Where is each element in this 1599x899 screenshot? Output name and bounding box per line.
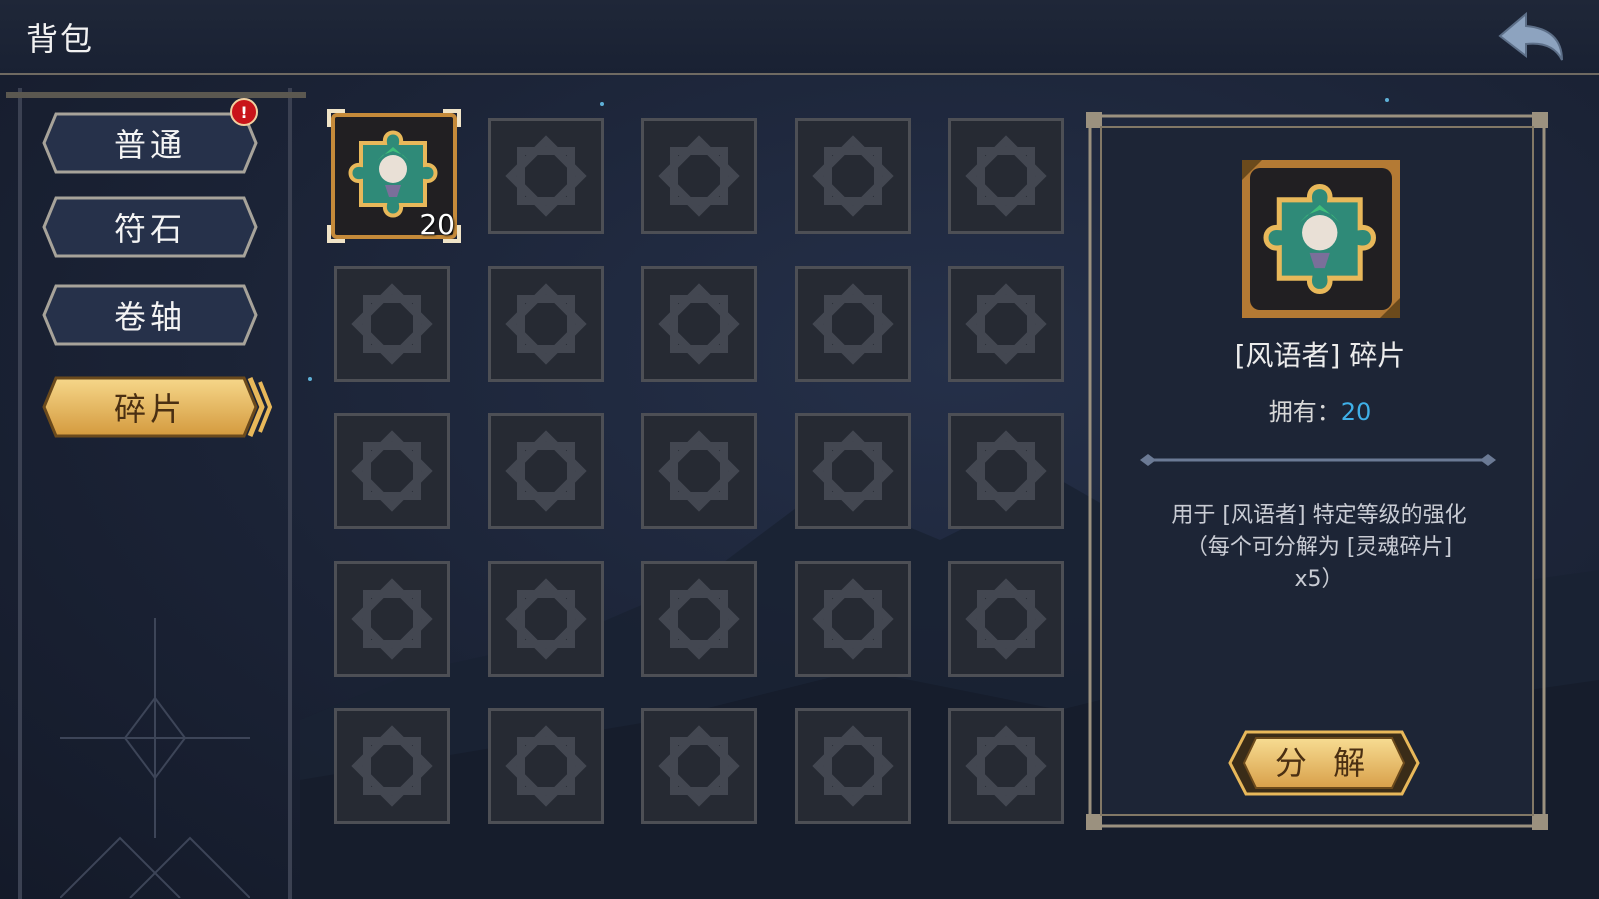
slot-emblem-icon [965, 283, 1047, 365]
back-arrow-icon [1498, 11, 1563, 61]
slot-emblem-icon [351, 430, 433, 512]
panel-divider [1140, 454, 1496, 466]
inventory-slot-empty[interactable] [641, 561, 757, 677]
slot-emblem-icon [812, 578, 894, 660]
inventory-slot-empty[interactable] [795, 118, 911, 234]
item-preview [1240, 158, 1402, 320]
sidebar-top-bar [6, 92, 306, 98]
inventory-slot-empty[interactable] [488, 561, 604, 677]
slot-emblem-icon [812, 430, 894, 512]
inventory-slot-empty[interactable] [488, 708, 604, 824]
tab-runestone-label: 符石 [113, 210, 186, 248]
inventory-slot-empty[interactable] [948, 266, 1064, 382]
sidebar-ornament [60, 618, 250, 898]
slot-emblem-icon [505, 135, 587, 217]
header-divider [0, 73, 1599, 75]
slot-emblem-icon [351, 283, 433, 365]
inventory-slot-empty[interactable] [795, 266, 911, 382]
decompose-button[interactable]: 分 解 [1226, 728, 1422, 798]
inventory-slot-empty[interactable] [795, 561, 911, 677]
slot-emblem-icon [658, 578, 740, 660]
slot-emblem-icon [505, 430, 587, 512]
tab-normal[interactable]: 普通 [42, 112, 258, 174]
owned-label: 拥有： [1268, 398, 1341, 426]
item-count: 20 [419, 208, 455, 241]
slot-emblem-icon [965, 135, 1047, 217]
description-line: x5） [1294, 567, 1344, 592]
inventory-slot-empty[interactable] [334, 266, 450, 382]
tab-scroll-label: 卷轴 [113, 298, 186, 336]
description-line: （每个可分解为 [灵魂碎片] [1185, 535, 1453, 560]
slot-emblem-icon [965, 725, 1047, 807]
slot-emblem-icon [658, 725, 740, 807]
inventory-slot-empty[interactable] [948, 413, 1064, 529]
slot-emblem-icon [505, 578, 587, 660]
inventory-slot-empty[interactable] [488, 413, 604, 529]
decompose-button-label: 分 解 [1274, 744, 1374, 782]
slot-emblem-icon [658, 135, 740, 217]
star-decoration [600, 102, 604, 106]
slot-emblem-icon [351, 578, 433, 660]
slot-emblem-icon [505, 283, 587, 365]
inventory-slot-empty[interactable] [334, 413, 450, 529]
owned-count: 20 [1340, 398, 1372, 426]
owned-count-row: 拥有：20 [1120, 392, 1520, 427]
tab-fragment[interactable]: 碎片 [42, 376, 274, 438]
inventory-slot-empty[interactable] [641, 413, 757, 529]
slot-emblem-icon [351, 725, 433, 807]
back-button[interactable] [1496, 10, 1568, 64]
alert-badge: ! [230, 98, 258, 126]
item-description: 用于 [风语者] 特定等级的强化 （每个可分解为 [灵魂碎片] x5） [1138, 500, 1500, 596]
tab-scroll[interactable]: 卷轴 [42, 284, 258, 346]
item-name: [风语者] 碎片 [1234, 339, 1406, 372]
inventory-slot-empty[interactable] [948, 708, 1064, 824]
inventory-slot-empty[interactable] [948, 561, 1064, 677]
sidebar-rail-left [18, 88, 22, 899]
tab-runestone[interactable]: 符石 [42, 196, 258, 258]
slot-emblem-icon [812, 283, 894, 365]
inventory-slot-empty[interactable] [488, 118, 604, 234]
slot-emblem-icon [658, 283, 740, 365]
inventory-slot-empty[interactable] [948, 118, 1064, 234]
inventory-slot-empty[interactable] [641, 266, 757, 382]
header-bar: 背包 [0, 0, 1599, 74]
slot-emblem-icon [505, 725, 587, 807]
inventory-slot-empty[interactable] [641, 118, 757, 234]
description-line: 用于 [风语者] 特定等级的强化 [1171, 503, 1467, 528]
inventory-slot-empty[interactable] [488, 266, 604, 382]
star-decoration [1385, 98, 1389, 102]
page-title: 背包 [26, 20, 95, 58]
inventory-slot-empty[interactable] [334, 561, 450, 677]
slot-emblem-icon [812, 725, 894, 807]
slot-emblem-icon [812, 135, 894, 217]
tab-fragment-label: 碎片 [113, 390, 186, 428]
sidebar-rail-right [288, 88, 292, 899]
slot-emblem-icon [658, 430, 740, 512]
inventory-slot-empty[interactable] [795, 708, 911, 824]
inventory-slot-empty[interactable] [334, 708, 450, 824]
tab-normal-label: 普通 [113, 126, 186, 164]
inventory-slot-empty[interactable] [795, 413, 911, 529]
slot-emblem-icon [965, 430, 1047, 512]
slot-emblem-icon [965, 578, 1047, 660]
puzzle-piece-icon [1263, 184, 1376, 294]
inventory-slot-empty[interactable] [641, 708, 757, 824]
inventory-slot-selected[interactable]: 20 [327, 109, 461, 243]
